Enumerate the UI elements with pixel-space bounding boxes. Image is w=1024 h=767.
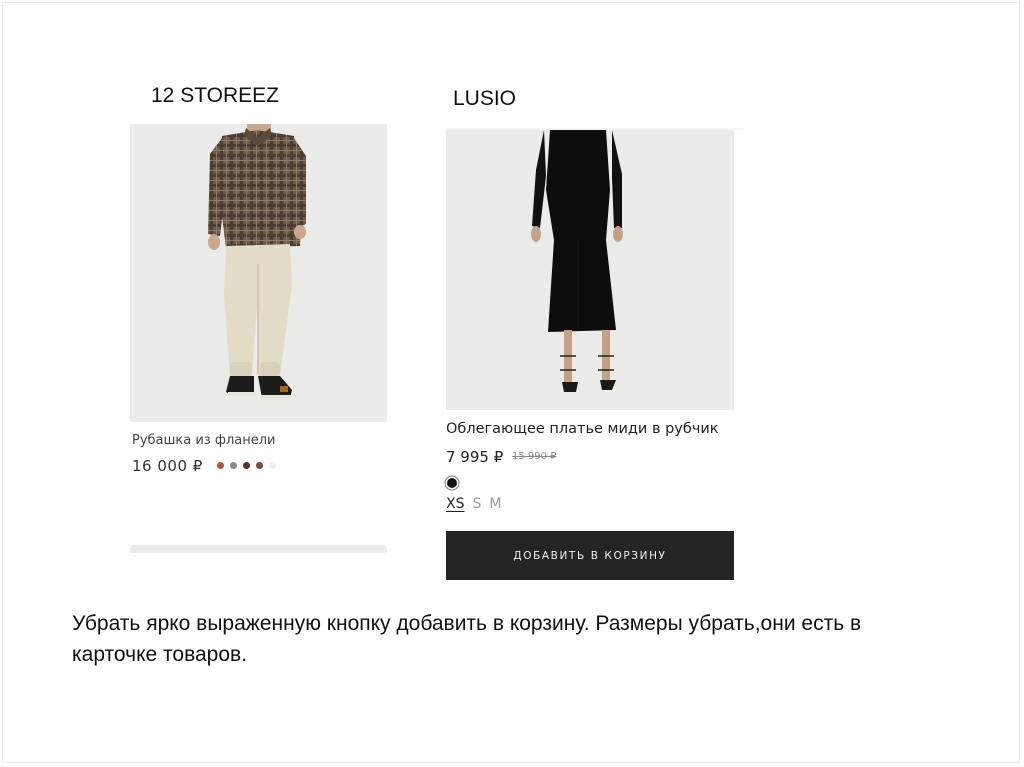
product-price-dress: 7 995 ₽ [446,448,504,466]
product-name-shirt[interactable]: Рубашка из фланели [132,433,276,448]
next-card-edge [130,545,387,553]
product-image-shirt[interactable] [130,124,387,422]
product-name-dress[interactable]: Облегающее платье миди в рубчик [446,421,719,437]
product-price-shirt: 16 000 ₽ [132,457,203,475]
color-option-black[interactable] [447,478,457,488]
brand-label-right: LUSIO [453,87,517,110]
shirt-model-illustration [208,124,306,399]
size-options: XS S M [446,496,501,512]
color-swatch-2[interactable] [230,462,237,469]
size-option-m[interactable]: M [489,496,501,512]
size-option-xs[interactable]: XS [446,496,464,512]
color-swatch-5[interactable] [269,462,276,469]
add-to-cart-button[interactable]: ДОБАВИТЬ В КОРЗИНУ [446,531,734,580]
dress-model-illustration [531,130,623,392]
color-swatch-4[interactable] [256,462,263,469]
size-option-s[interactable]: S [472,496,481,512]
color-swatch-3[interactable] [243,462,250,469]
color-swatch-1[interactable] [217,462,224,469]
product-old-price-dress: 15 990 ₽ [512,451,557,462]
slide-note: Убрать ярко выраженную кнопку добавить в… [72,612,862,666]
product-image-dress[interactable] [446,130,734,410]
brand-label-left: 12 STOREEZ [151,84,279,107]
color-swatches [217,462,276,469]
